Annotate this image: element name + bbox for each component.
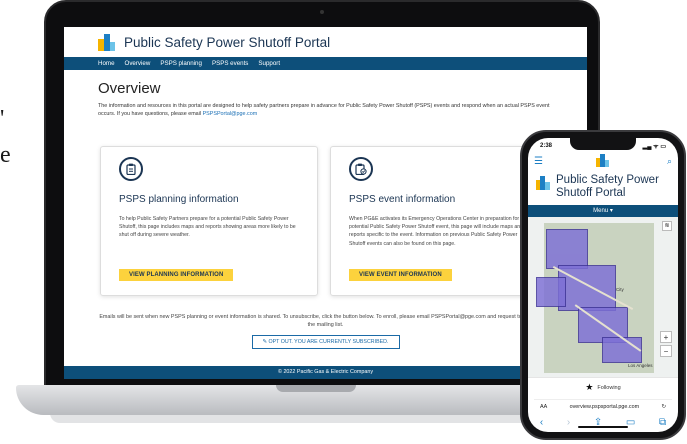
card-description: To help Public Safety Partners prepare f… (119, 216, 296, 239)
phone-site-header: Public Safety Power Shutoff Portal (528, 168, 678, 200)
phone-notch (570, 138, 636, 150)
camera-icon (320, 10, 324, 14)
pge-logo-icon (536, 176, 550, 190)
view-event-button[interactable]: VIEW EVENT INFORMATION (349, 269, 452, 281)
home-indicator (578, 426, 628, 428)
site-header: Public Safety Power Shutoff Portal (64, 27, 587, 57)
layers-icon[interactable]: ≋ (662, 221, 672, 231)
map-polygon[interactable] (602, 337, 642, 363)
map-polygon[interactable] (536, 277, 566, 307)
nav-psps-planning[interactable]: PSPS planning (160, 60, 202, 67)
browser-toolbar: ‹ › ⇪ ▭ ⧉ (528, 413, 678, 431)
card-title: PSPS event information (349, 194, 456, 205)
site-title[interactable]: Public Safety Power Shutoff Portal (124, 35, 330, 50)
nav-overview[interactable]: Overview (125, 60, 151, 67)
url-text[interactable]: overview.pspsportal.pge.com (570, 404, 640, 410)
star-icon: ★ (585, 382, 594, 392)
clipboard-icon (119, 157, 143, 181)
main-nav: Home Overview PSPS planning PSPS events … (64, 57, 587, 70)
nav-support[interactable]: Support (258, 60, 280, 67)
nav-home[interactable]: Home (98, 60, 115, 67)
product-mockup: ' e Public Safety Power Shutoff Portal H… (0, 0, 687, 444)
browser-url-bar[interactable]: AA overview.pspsportal.pge.com ↻ (534, 399, 672, 413)
status-time: 2:38 (540, 143, 553, 149)
search-icon[interactable]: ⌕ (667, 156, 672, 167)
view-planning-button[interactable]: VIEW PLANNING INFORMATION (119, 269, 234, 281)
map-label-los-angeles: Los Angeles (628, 363, 653, 368)
following-label: Following (597, 384, 621, 391)
page-title: Overview (98, 80, 161, 97)
cropped-heading-fragment: e (0, 142, 11, 168)
status-icons: ▂▄ ᯤ ▭ (642, 144, 666, 150)
main-content: Overview The information and resources i… (64, 70, 587, 349)
zoom-out-button[interactable]: − (660, 345, 672, 357)
card-title: PSPS planning information (119, 194, 239, 205)
laptop-notch (276, 385, 356, 392)
planning-card: PSPS planning information To help Public… (100, 146, 318, 296)
email-subscription-text: Emails will be sent when new PSPS planni… (99, 314, 552, 328)
laptop-screen: Public Safety Power Shutoff Portal Home … (64, 27, 587, 379)
phone-topbar: ☰ ⌕ (528, 154, 678, 168)
info-cards: PSPS planning information To help Public… (100, 146, 553, 296)
pge-logo-icon[interactable] (98, 33, 115, 51)
phone-screen: 2:38 ▂▄ ᯤ ▭ ☰ ⌕ Public Safety Power Shut… (528, 138, 678, 432)
card-description: When PG&E activates its Emergency Operat… (349, 216, 524, 247)
psps-map[interactable]: City Los Angeles ≋ + − (528, 217, 678, 377)
text-size-button[interactable]: AA (540, 404, 547, 410)
contact-email-link[interactable]: PSPSPortal@pge.com (203, 111, 258, 117)
clipboard-check-icon (349, 157, 373, 181)
forward-icon[interactable]: › (567, 417, 570, 428)
nav-psps-events[interactable]: PSPS events (212, 60, 248, 67)
following-button[interactable]: ★ Following (528, 377, 678, 397)
opt-out-button[interactable]: ✎ OPT OUT. YOU ARE CURRENTLY SUBSCRIBED. (251, 335, 400, 349)
cropped-heading-fragment: ' (0, 106, 5, 132)
pge-logo-icon[interactable] (596, 154, 609, 167)
back-icon[interactable]: ‹ (540, 417, 543, 428)
reload-icon[interactable]: ↻ (661, 404, 666, 410)
tabs-icon[interactable]: ⧉ (659, 417, 666, 428)
phone-frame: 2:38 ▂▄ ᯤ ▭ ☰ ⌕ Public Safety Power Shut… (520, 130, 686, 440)
event-card: PSPS event information When PG&E activat… (330, 146, 548, 296)
map-label-city: City (616, 287, 624, 292)
zoom-in-button[interactable]: + (660, 331, 672, 343)
hamburger-menu-icon[interactable]: ☰ (534, 156, 543, 167)
map-polygon[interactable] (546, 229, 588, 269)
intro-text: The information and resources in this po… (98, 103, 550, 117)
phone-site-title[interactable]: Public Safety Power Shutoff Portal (556, 174, 670, 200)
site-footer: © 2022 Pacific Gas & Electric Company (64, 366, 587, 379)
intro-paragraph: The information and resources in this po… (98, 102, 558, 118)
phone-menu-dropdown[interactable]: Menu ▾ (528, 205, 678, 217)
